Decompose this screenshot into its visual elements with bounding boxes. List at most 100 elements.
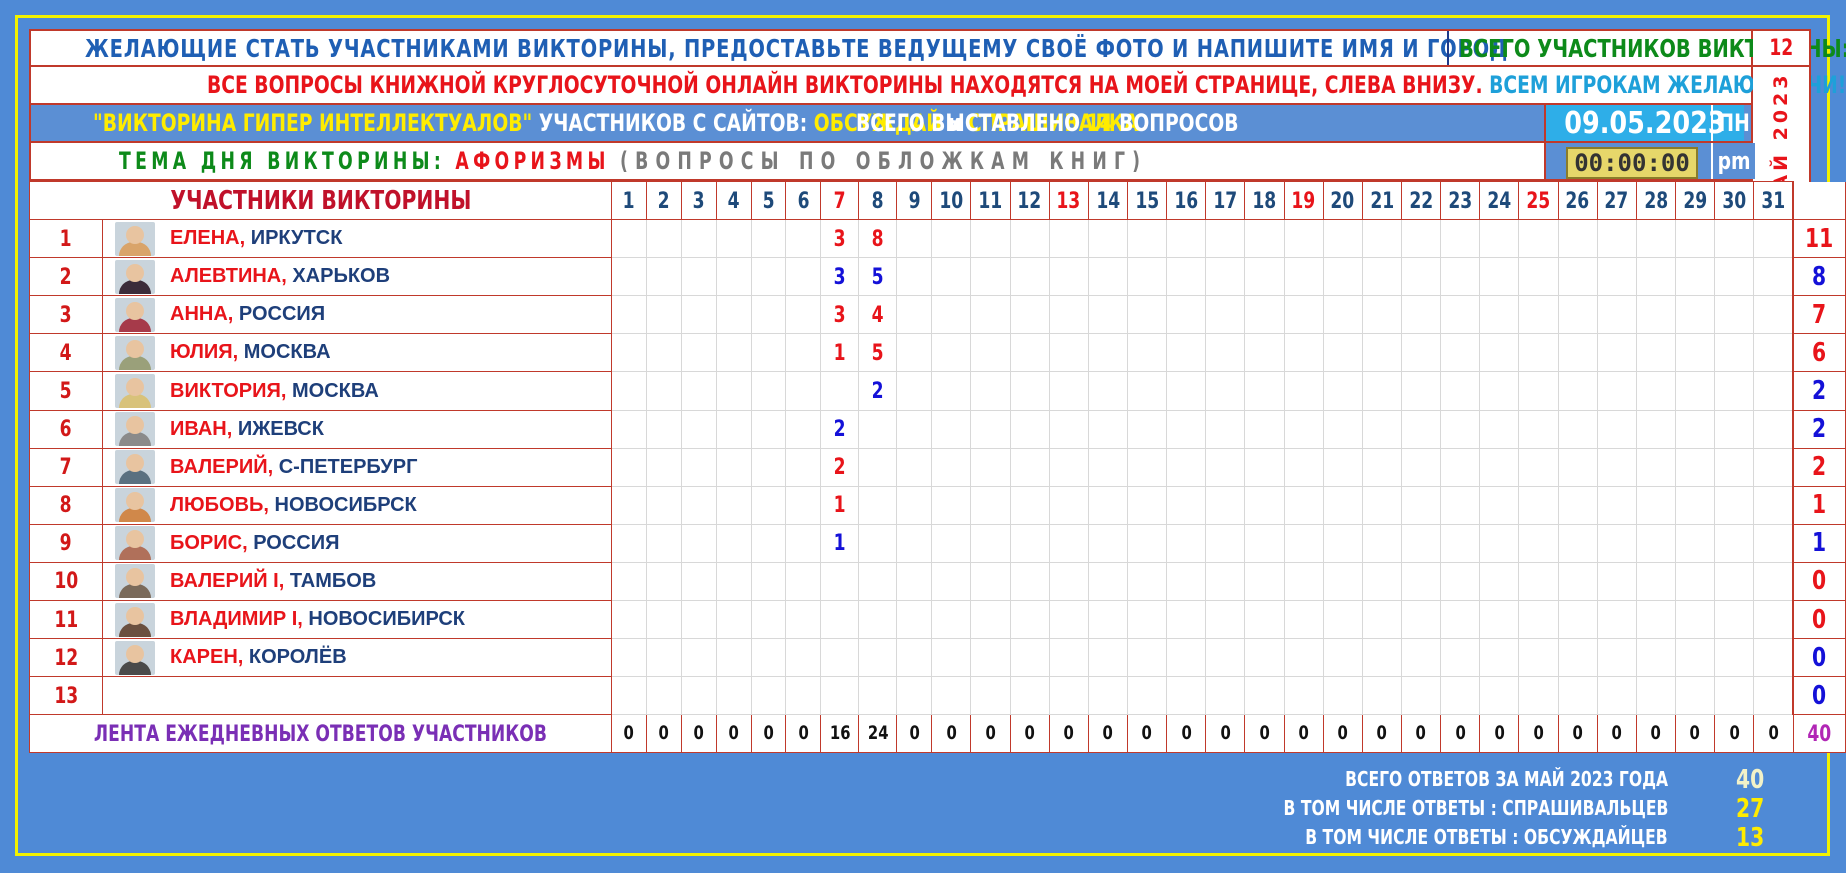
participant-total: 8 <box>1792 257 1846 297</box>
participant-avatar[interactable] <box>114 450 155 485</box>
score-cell-day-12 <box>1009 371 1050 411</box>
participant-avatar[interactable] <box>114 640 155 675</box>
participant-name-cell: ЕЛЕНА, ИРКУТСК <box>166 219 612 259</box>
day-header-6: 6 <box>785 180 822 221</box>
day-header-label: 11 <box>978 188 1003 214</box>
participant-total: 1 <box>1792 485 1846 525</box>
score-cell-day-14 <box>1087 371 1129 411</box>
daily-total-value: 0 <box>1572 722 1583 745</box>
participant-avatar[interactable] <box>114 526 155 561</box>
score-cell-day-13 <box>1048 295 1089 335</box>
participant-row[interactable]: 12 КАРЕН, КОРОЛЁВ 0 <box>28 638 1846 678</box>
participant-name-cell: АЛЕВТИНА, ХАРЬКОВ <box>166 257 612 297</box>
score-cell-day-29 <box>1674 371 1716 411</box>
score-cell-day-4 <box>715 409 752 449</box>
participant-row[interactable]: 1 ЕЛЕНА, ИРКУТСК 3 8 11 <box>28 219 1846 259</box>
name-header-label: УЧАСТНИКИ ВИКТОРИНЫ <box>169 186 471 217</box>
daily-total-day-21: 0 <box>1361 714 1402 754</box>
participant-city: ИЖЕВСК <box>237 417 324 440</box>
participant-number: 2 <box>28 257 104 297</box>
score-cell-day-12 <box>1009 523 1050 563</box>
participant-row[interactable]: 10 ВАЛЕРИЙ I, ТАМБОВ 0 <box>28 561 1846 602</box>
avatar-body <box>118 660 151 675</box>
participant-avatar[interactable] <box>114 602 155 637</box>
day-header-30: 30 <box>1714 180 1755 221</box>
sites-label: УЧАСТНИКОВ С САЙТОВ: <box>538 109 808 137</box>
participant-avatar[interactable] <box>114 412 155 447</box>
score-cell-day-21 <box>1361 333 1402 373</box>
score-cell-day-9 <box>896 295 933 335</box>
participant-avatar[interactable] <box>114 221 155 256</box>
participant-row[interactable]: 5 ВИКТОРИЯ, МОСКВА 2 2 <box>28 371 1846 411</box>
participant-city: НОВОСИБИРСК <box>308 608 465 631</box>
score-cell-day-2 <box>645 676 682 716</box>
participant-row[interactable]: 13 0 <box>28 676 1846 716</box>
score-cell-day-6 <box>785 447 822 487</box>
score-cell-day-2 <box>645 371 682 411</box>
score-cell-day-8: 5 <box>858 257 898 297</box>
participant-row[interactable]: 8 ЛЮБОВЬ, НОВОСИБРСК 1 1 <box>28 485 1846 525</box>
day-header-label: 4 <box>727 188 740 214</box>
score-cell-day-14 <box>1087 447 1129 487</box>
score-cell-day-21 <box>1361 371 1402 411</box>
participant-total: 2 <box>1792 447 1846 487</box>
score-cell-day-30 <box>1714 600 1755 640</box>
participant-avatar[interactable] <box>114 297 155 332</box>
daily-total-day-25: 0 <box>1518 714 1559 754</box>
daily-total-value: 0 <box>763 722 774 745</box>
participant-total-value: 6 <box>1812 337 1827 368</box>
score-cell-day-23 <box>1440 257 1481 297</box>
questions-suffix: ВОПРОСОВ <box>1119 109 1239 137</box>
avatar-body <box>118 470 151 485</box>
score-cell-day-16 <box>1166 333 1207 373</box>
participant-row[interactable]: 11 ВЛАДИМИР I, НОВОСИБИРСК 0 <box>28 600 1846 640</box>
header-row-theme: ТЕМА ДНЯ ВИКТОРИНЫ: АФОРИЗМЫ (ВОПРОСЫ ПО… <box>29 143 1755 181</box>
participant-row[interactable]: 4 ЮЛИЯ, МОСКВА 1 5 6 <box>28 333 1846 373</box>
participant-total-value: 7 <box>1812 299 1827 330</box>
score-cell-day-9 <box>896 638 933 678</box>
participant-row[interactable]: 7 ВАЛЕРИЙ, С-ПЕТЕРБУРГ 2 2 <box>28 447 1846 487</box>
participant-row[interactable]: 6 ИВАН, ИЖЕВСК 2 2 <box>28 409 1846 449</box>
participant-avatar[interactable] <box>114 374 155 409</box>
day-header-label: 16 <box>1174 188 1199 214</box>
participant-avatar[interactable] <box>114 564 155 599</box>
daily-total-value: 0 <box>1415 722 1427 745</box>
participant-avatar[interactable] <box>114 488 155 523</box>
score-cell-day-16 <box>1166 561 1207 602</box>
score-cell-day-24 <box>1479 485 1520 525</box>
score-cell-day-25 <box>1518 333 1559 373</box>
day-header-1: 1 <box>610 180 647 221</box>
weekday: ПН <box>1718 109 1750 137</box>
score-cell-day-8 <box>858 676 898 716</box>
participant-row[interactable]: 3 АННА, РОССИЯ 3 4 7 <box>28 295 1846 335</box>
score-cell-day-22 <box>1400 333 1442 373</box>
daily-total-value: 0 <box>1337 722 1348 745</box>
participant-avatar[interactable] <box>114 335 155 370</box>
daily-total-day-15: 0 <box>1126 714 1168 754</box>
day-header-12: 12 <box>1009 180 1050 221</box>
score-cell-day-31 <box>1753 257 1794 297</box>
score-cell-day-18 <box>1244 295 1285 335</box>
score-cell-day-30 <box>1714 676 1755 716</box>
daily-total-day-17: 0 <box>1205 714 1246 754</box>
day-header-22: 22 <box>1400 180 1442 221</box>
participant-row[interactable]: 9 БОРИС, РОССИЯ 1 1 <box>28 523 1846 563</box>
score-cell-day-14 <box>1087 257 1129 297</box>
participant-total-value: 8 <box>1812 261 1827 292</box>
participant-row[interactable]: 2 АЛЕВТИНА, ХАРЬКОВ 3 5 8 <box>28 257 1846 297</box>
score-cell-day-13 <box>1048 676 1089 716</box>
participant-number-label: 13 <box>54 683 78 709</box>
score-cell-day-16 <box>1166 409 1207 449</box>
participant-number: 1 <box>28 219 104 259</box>
participant-city: КОРОЛЁВ <box>248 646 347 669</box>
questions-location-text: ВСЕ ВОПРОСЫ КНИЖНОЙ КРУГЛОСУТОЧНОЙ ОНЛАЙ… <box>207 71 1483 99</box>
score-cell-day-4 <box>715 257 752 297</box>
score-value: 5 <box>871 340 884 366</box>
score-cell-day-27 <box>1596 409 1637 449</box>
score-cell-day-1 <box>610 371 647 411</box>
score-cell-day-28 <box>1635 638 1676 678</box>
score-cell-day-2 <box>645 638 682 678</box>
score-cell-day-31 <box>1753 523 1794 563</box>
participant-avatar[interactable] <box>114 259 155 294</box>
score-cell-day-5 <box>750 219 787 259</box>
